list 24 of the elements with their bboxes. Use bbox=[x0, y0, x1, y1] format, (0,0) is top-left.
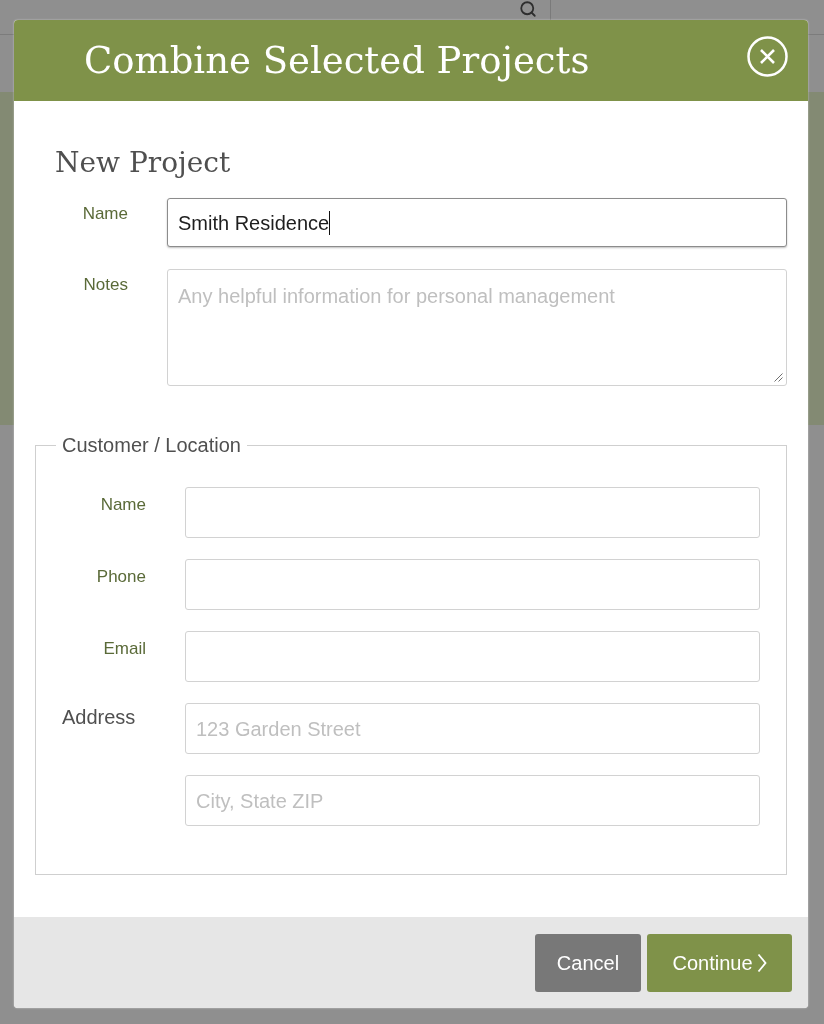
text-input[interactable] bbox=[185, 487, 760, 538]
text-input[interactable]: 123 Garden Street bbox=[185, 703, 760, 754]
field-label: Name bbox=[100, 495, 146, 515]
cancel-button[interactable]: Cancel bbox=[535, 934, 641, 992]
notes-textarea[interactable]: Any helpful information for personal management bbox=[167, 269, 787, 386]
search-icon[interactable] bbox=[519, 0, 537, 18]
close-button[interactable] bbox=[747, 35, 788, 77]
continue-button[interactable]: Continue bbox=[647, 934, 792, 992]
text-input[interactable] bbox=[185, 631, 760, 682]
text-cursor-icon bbox=[329, 210, 331, 235]
field-label: Address bbox=[62, 706, 136, 729]
chevron-right-icon bbox=[756, 953, 767, 973]
resize-grip-icon[interactable] bbox=[774, 373, 783, 382]
dialog-title: Combine Selected Projects bbox=[84, 38, 591, 83]
field-label: Phone bbox=[96, 567, 146, 587]
field-label: Name bbox=[82, 204, 128, 224]
close-icon bbox=[747, 35, 788, 77]
group-legend: Customer / Location bbox=[56, 434, 247, 457]
section-heading: New Project bbox=[55, 146, 231, 180]
field-label: Email bbox=[103, 639, 146, 659]
text-input[interactable] bbox=[185, 559, 760, 610]
field-label: Notes bbox=[83, 275, 128, 295]
name-input[interactable]: Smith Residence bbox=[167, 198, 787, 247]
text-input[interactable]: City, State ZIP bbox=[185, 775, 760, 826]
